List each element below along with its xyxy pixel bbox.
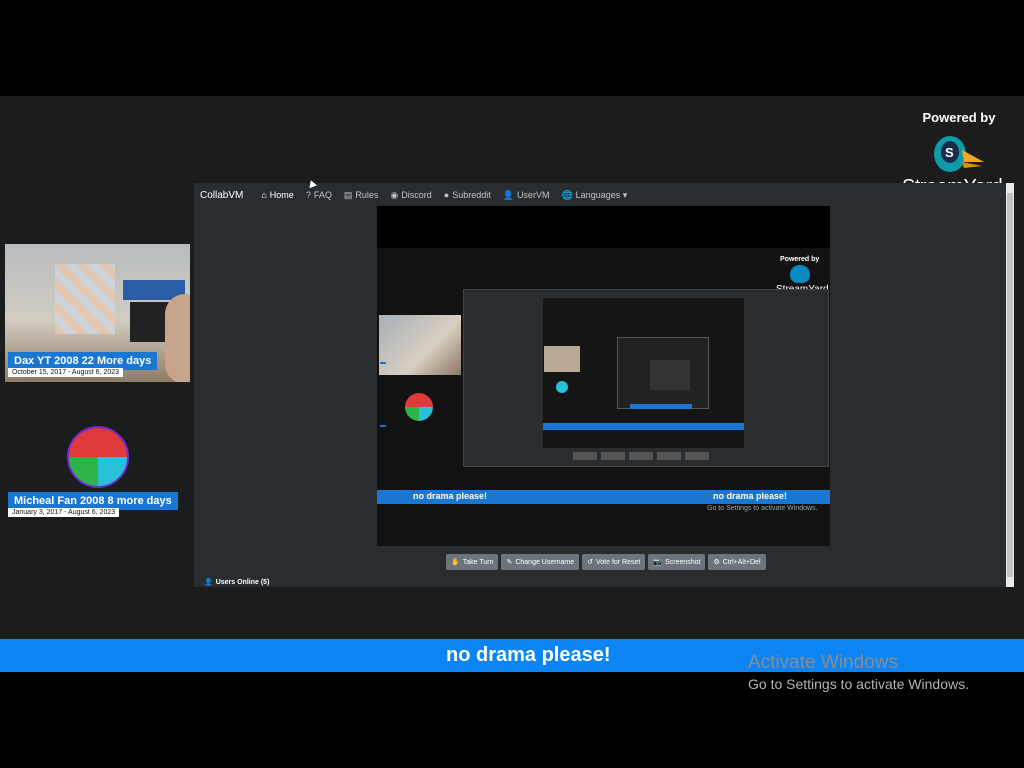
nested-small-camera [544, 346, 580, 372]
nav-item-faq[interactable]: ? FAQ [306, 190, 332, 200]
reset-icon: ↺ [587, 559, 593, 566]
scrollbar-thumb[interactable] [1007, 193, 1013, 577]
users-online-header[interactable]: 👤 Users Online (5) [204, 578, 269, 586]
take-turn-button[interactable]: ✋ Take Turn [446, 554, 499, 570]
nav-item-home[interactable]: ⌂ Home [261, 190, 293, 200]
rules-icon: ▤ [343, 189, 353, 200]
nav-item-uservm[interactable]: 👤 UserVM [503, 190, 550, 201]
nav-item-label: FAQ [313, 190, 332, 200]
reddit-icon: ● [443, 190, 450, 200]
participant-camera-tile: Dax YT 2008 22 More days October 15, 201… [5, 244, 190, 382]
collabvm-navbar: CollabVM ⌂ Home ? FAQ ▤ Rules ◉ Discord ● Sub… [194, 183, 1020, 207]
nav-item-rules[interactable]: ▤ Rules [344, 190, 379, 201]
nested-inner-banner [630, 404, 692, 409]
nested-participant-bar [380, 362, 386, 364]
globe-icon: 🌐 [561, 189, 573, 200]
button-label: Ctrl+Alt+Del [722, 559, 761, 566]
avatar [67, 426, 129, 488]
user-edit-icon: ✎ [506, 559, 513, 566]
top-black-bar [0, 0, 1024, 96]
nested-button-row [573, 452, 713, 460]
powered-by-label: Powered by [922, 110, 996, 125]
button-label: Screenshot [665, 559, 701, 566]
hand-icon: ✋ [451, 559, 460, 566]
vote-reset-button[interactable]: ↺ Vote for Reset [582, 554, 646, 570]
nav-item-label: Languages ▾ [575, 189, 628, 200]
activate-windows-subtitle: Go to Settings to activate Windows. [748, 676, 969, 692]
nav-item-languages[interactable]: 🌐 Languages ▾ [561, 190, 627, 201]
gear-icon: ⚙ [713, 559, 720, 566]
users-icon: 👤 [204, 579, 213, 586]
camera-person [165, 294, 190, 382]
streamyard-duck-icon: S [934, 136, 984, 172]
nested-camera-tile [379, 315, 461, 375]
nested-avatar [405, 393, 433, 421]
participant-dates: January 3, 2017 - August 6, 2023 [8, 508, 120, 517]
nav-item-label: Subreddit [452, 190, 491, 200]
camera-icon: 📷 [653, 559, 663, 566]
participant-avatar-tile: Micheal Fan 2008 8 more days January 3, … [5, 396, 190, 534]
button-label: Vote for Reset [595, 559, 641, 566]
activate-windows-title: Activate Windows [748, 652, 898, 673]
button-label: Take Turn [462, 559, 494, 566]
vm-screen-top-bar [377, 206, 830, 248]
streamyard-logo-letter: S [945, 145, 954, 160]
vm-banner-text: no drama please! [413, 491, 488, 501]
page-scrollbar[interactable] [1006, 183, 1014, 587]
nav-item-subreddit[interactable]: ● Subreddit [444, 190, 491, 200]
screenshot-button[interactable]: 📷 Screenshot [648, 554, 706, 570]
discord-icon: ◉ [390, 189, 399, 200]
users-online-label: Users Online (5) [215, 579, 270, 586]
nested-small-avatar [556, 381, 568, 393]
vm-activate-windows-text: Go to Settings to activate Windows. [707, 505, 818, 512]
camera-posters [55, 264, 115, 334]
vm-banner-text-duplicate: no drama please! [713, 491, 788, 501]
home-icon: ⌂ [261, 190, 267, 200]
nested-vm-screen-3 [650, 360, 690, 390]
nav-item-label: Home [269, 190, 294, 200]
nav-item-label: Rules [355, 190, 379, 200]
collabvm-brand[interactable]: CollabVM [200, 190, 243, 201]
user-icon: 👤 [502, 189, 514, 200]
vm-control-buttons: ✋ Take Turn ✎ Change Username ↺ Vote for Re… [446, 554, 766, 570]
nav-item-label: UserVM [516, 190, 550, 200]
nav-item-discord[interactable]: ◉ Discord [390, 190, 431, 201]
nested-participant-bar [380, 425, 386, 427]
nested-powered-by: Powered by [780, 256, 820, 263]
nav-item-label: Discord [401, 190, 432, 200]
change-username-button[interactable]: ✎ Change Username [501, 554, 580, 570]
participant-dates: October 15, 2017 - August 6, 2023 [8, 368, 124, 377]
question-icon: ? [305, 190, 311, 200]
button-label: Change Username [515, 559, 575, 566]
ctrl-alt-del-button[interactable]: ⚙ Ctrl+Alt+Del [708, 554, 766, 570]
bottom-banner-text: no drama please! [446, 644, 611, 666]
nested-banner [543, 423, 744, 430]
nested-streamyard-icon [790, 265, 810, 283]
